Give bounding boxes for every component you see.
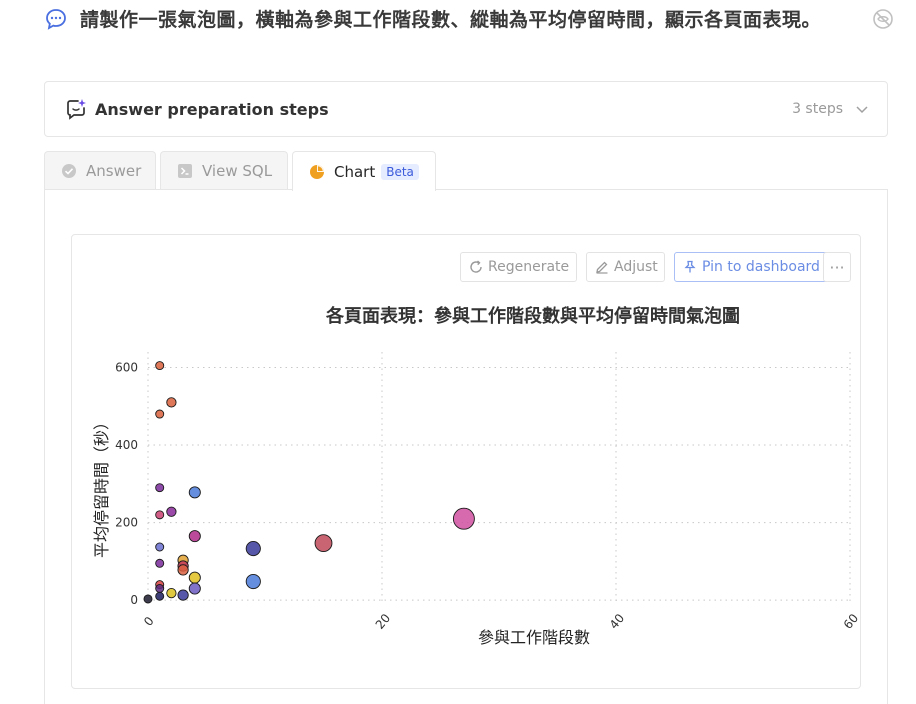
y-tick-label: 400 [115,438,138,452]
bubble-point[interactable] [166,397,177,408]
data-points [143,361,475,604]
y-tick-label: 600 [115,361,138,375]
bubble-point[interactable] [177,589,189,601]
bubble-point[interactable] [155,409,165,419]
pie-chart-icon [310,164,324,179]
y-tick-label: 200 [115,516,138,530]
bubble-point[interactable] [245,540,261,557]
bubble-point[interactable] [143,594,153,604]
x-axis-label: 參與工作階段數 [478,628,590,647]
bubble-point[interactable] [155,361,165,371]
bubble-point[interactable] [155,558,165,568]
bubble-point[interactable] [188,486,201,499]
x-tick-label: 40 [607,611,628,632]
bubble-point[interactable] [155,584,165,593]
bubble-point[interactable] [166,588,177,599]
bubble-point[interactable] [452,507,475,530]
beta-badge: Beta [381,163,419,180]
x-tick-label: 0 [141,614,157,629]
bubble-point[interactable] [188,530,201,543]
bubble-point[interactable] [166,506,177,517]
axes: 0 20 40 600200400600 [115,361,861,632]
y-tick-label: 0 [130,593,138,607]
chart-title: 各頁面表現：參與工作階段數與平均停留時間氣泡圖 [325,305,740,327]
tab-chart[interactable]: Chart Beta [292,151,436,191]
bubble-point[interactable] [155,483,165,493]
bubble-point[interactable] [188,582,201,595]
bubble-point[interactable] [245,573,261,590]
bubble-point[interactable] [177,564,189,576]
x-tick-label: 20 [373,611,394,632]
bubble-point[interactable] [188,571,201,584]
bubble-point[interactable] [155,542,165,552]
tab-chart-label: Chart [334,162,376,181]
x-tick-label: 60 [841,611,862,632]
bubble-point[interactable] [155,591,165,601]
bubble-point[interactable] [155,510,165,520]
bubble-point[interactable] [314,534,333,553]
grid [147,352,851,604]
y-axis-label: 平均停留時間（秒） [92,414,111,558]
bubble-chart: 各頁面表現：參與工作階段數與平均停留時間氣泡圖 0 20 40 60020040060… [92,305,861,647]
